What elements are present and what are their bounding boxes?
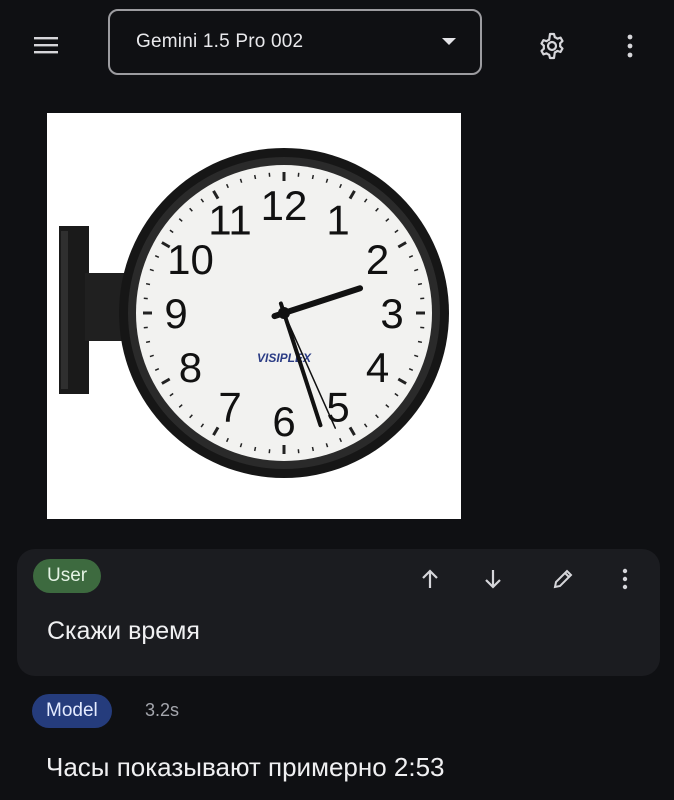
clock-center-pin: [278, 307, 290, 319]
clock-tick: [253, 174, 257, 180]
clock-numeral: 1: [326, 196, 349, 243]
move-up-button[interactable]: [412, 561, 448, 597]
move-down-button[interactable]: [475, 561, 511, 597]
edit-pencil-icon: [553, 569, 573, 589]
model-response-text: Часы показывают примерно 2:53: [46, 752, 445, 782]
response-time: 3.2s: [145, 700, 180, 720]
more-vert-icon: [622, 568, 628, 590]
attached-clock-image[interactable]: 12 1 2 3 4 5 6 7 8 9 10 11 VISIPLEX: [47, 113, 461, 519]
model-selector-value: Gemini 1.5 Pro 002: [136, 31, 304, 52]
clock-numeral: 8: [179, 344, 202, 391]
gear-icon: [540, 32, 564, 60]
wall-clock-picture: 12 1234567891011 VISIPLEX: [59, 148, 449, 478]
clock-tick: [311, 174, 315, 180]
arrow-down-icon: [485, 570, 501, 589]
user-message-card: User Скажи время: [17, 549, 660, 676]
settings-button[interactable]: [530, 24, 574, 68]
clock-numeral: 9: [164, 290, 187, 337]
clock-tick: [311, 446, 315, 452]
menu-button[interactable]: [26, 25, 66, 65]
clock-numeral: 4: [366, 344, 389, 391]
caret-down-icon: [442, 38, 456, 45]
edit-button[interactable]: [545, 561, 581, 597]
model-role-badge: Model: [32, 694, 112, 728]
clock-numeral: 10: [167, 236, 214, 283]
clock-tick: [253, 446, 257, 452]
clock-numeral: 11: [208, 196, 252, 243]
message-more-button[interactable]: [607, 561, 643, 597]
clock-tick: [417, 340, 423, 344]
user-role-badge: User: [33, 559, 102, 593]
clock-numeral: 12: [261, 182, 308, 229]
clock-numeral: 6: [272, 398, 295, 445]
chat-screen: Gemini 1.5 Pro 002 12 1 2 3 4 5 6 7 8 9 …: [0, 0, 674, 800]
clock-numeral: 3: [380, 290, 403, 337]
model-selector[interactable]: Gemini 1.5 Pro 002: [108, 9, 482, 75]
arrow-up-icon: [422, 569, 438, 588]
more-vert-icon: [627, 34, 633, 58]
clock-tick: [417, 282, 423, 286]
user-message-text: Скажи время: [47, 617, 200, 645]
hamburger-menu-icon: [34, 37, 58, 54]
clock-numeral: 2: [366, 236, 389, 283]
clock-tick: [145, 340, 151, 344]
clock-numeral: 5: [326, 384, 349, 431]
clock-numeral: 7: [218, 384, 241, 431]
more-options-button[interactable]: [614, 24, 646, 68]
clock-tick: [145, 282, 151, 286]
